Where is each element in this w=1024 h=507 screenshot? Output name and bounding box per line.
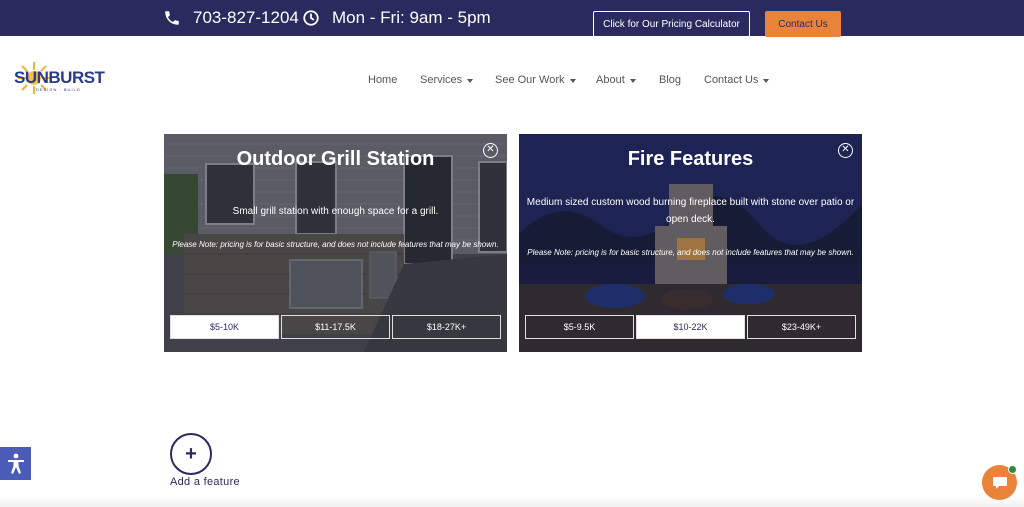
price-option[interactable]: $5-9.5K	[525, 315, 634, 339]
card-title: Fire Features	[627, 148, 754, 170]
feature-card-grill: Outdoor Grill Station ✕ Small grill stat…	[164, 134, 507, 352]
online-status-dot	[1008, 465, 1017, 474]
contact-us-button[interactable]: Contact Us	[765, 11, 841, 37]
pricing-calculator-button[interactable]: Click for Our Pricing Calculator	[593, 11, 750, 37]
chat-icon	[992, 476, 1007, 489]
plus-icon: +	[185, 442, 197, 465]
feature-card-fire: Fire Features ✕ Medium sized custom wood…	[519, 134, 862, 352]
card-title: Outdoor Grill Station	[236, 148, 435, 170]
clock-icon	[303, 10, 319, 26]
nav-see-our-work[interactable]: See Our Work	[495, 74, 576, 86]
bottom-shade	[0, 496, 1024, 507]
top-bar: 703-827-1204 Mon - Fri: 9am - 5pm Click …	[0, 0, 1024, 37]
logo-tagline: DESIGN · BUILD	[36, 87, 81, 92]
price-option[interactable]: $23-49K+	[747, 315, 856, 339]
chevron-down-icon	[629, 78, 636, 83]
close-icon[interactable]: ✕	[483, 143, 498, 158]
price-option[interactable]: $10-22K	[636, 315, 745, 339]
business-hours: Mon - Fri: 9am - 5pm	[332, 8, 491, 27]
logo-wordmark: SUNBURST	[14, 68, 105, 87]
close-icon[interactable]: ✕	[838, 143, 853, 158]
price-options: $5-9.5K $10-22K $23-49K+	[525, 315, 856, 339]
nav-about[interactable]: About	[596, 74, 636, 86]
price-option[interactable]: $11-17.5K	[281, 315, 390, 339]
accessibility-button[interactable]	[0, 447, 31, 480]
price-option[interactable]: $5-10K	[170, 315, 279, 339]
card-description: Medium sized custom wood burning firepla…	[526, 197, 855, 225]
price-options: $5-10K $11-17.5K $18-27K+	[170, 315, 501, 339]
pricing-note: Please Note: pricing is for basic struct…	[527, 248, 854, 257]
chevron-down-icon	[467, 78, 474, 83]
add-feature-button[interactable]: +	[170, 433, 212, 475]
nav-contact-us[interactable]: Contact Us	[704, 74, 770, 86]
price-option[interactable]: $18-27K+	[392, 315, 501, 339]
chevron-down-icon	[569, 78, 576, 83]
phone-number[interactable]: 703-827-1204	[193, 8, 299, 28]
chevron-down-icon	[763, 78, 770, 83]
sunburst-logo[interactable]: SUNBURST DESIGN · BUILD	[12, 60, 105, 102]
card-description: Small grill station with enough space fo…	[232, 206, 439, 217]
nav-services[interactable]: Services	[420, 74, 474, 86]
phone-icon	[165, 11, 179, 25]
nav-home[interactable]: Home	[368, 74, 397, 86]
pricing-note: Please Note: pricing is for basic struct…	[172, 240, 499, 249]
add-feature-label[interactable]: Add a feature	[170, 476, 240, 488]
nav-blog[interactable]: Blog	[659, 74, 681, 86]
accessibility-icon	[7, 453, 24, 474]
chat-button[interactable]	[982, 465, 1017, 500]
